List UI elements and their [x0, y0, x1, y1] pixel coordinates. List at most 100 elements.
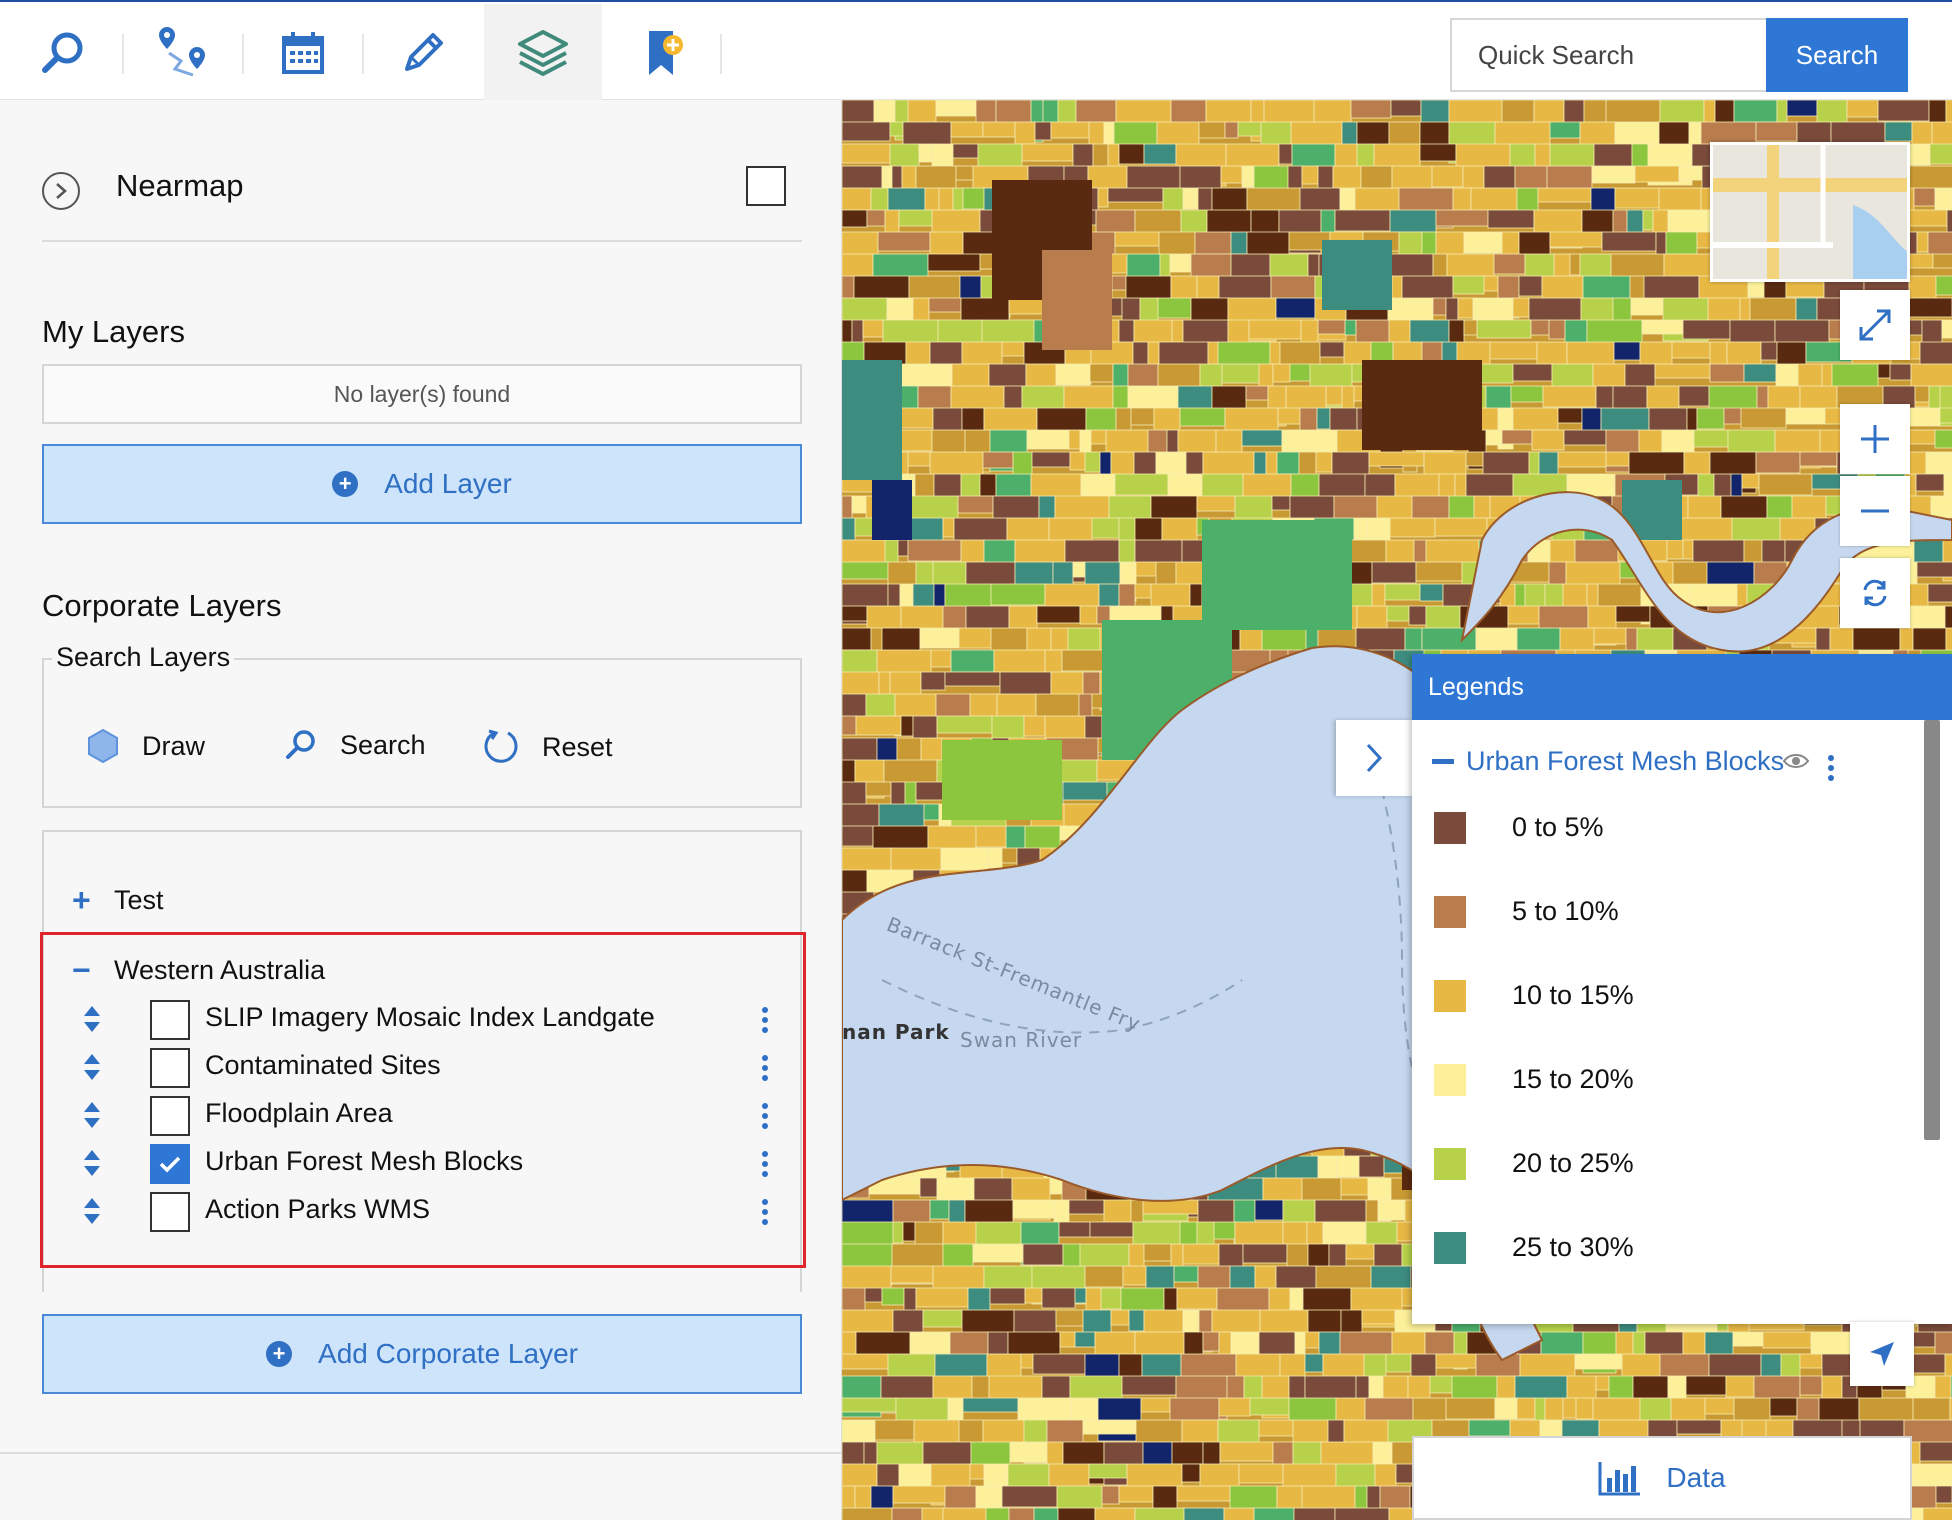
legend-collapse-button[interactable] — [1336, 720, 1412, 796]
layer-checkbox[interactable] — [150, 1048, 190, 1088]
add-corporate-layer-label: Add Corporate Layer — [318, 1338, 578, 1369]
magnifier-icon — [286, 730, 315, 759]
plus-icon — [1861, 425, 1889, 453]
add-layer-button[interactable]: + Add Layer — [42, 444, 802, 524]
more-vertical-icon[interactable] — [760, 1150, 770, 1178]
layers-panel: Nearmap My Layers No layer(s) found + Ad… — [0, 100, 842, 1520]
corporate-layers-title: Corporate Layers — [42, 588, 282, 623]
reset-label: Reset — [542, 731, 613, 762]
more-vertical-icon[interactable] — [760, 1198, 770, 1226]
nearmap-row: Nearmap — [42, 162, 802, 242]
legend-label: 10 to 15% — [1512, 980, 1634, 1010]
legend-swatch — [1434, 1232, 1466, 1264]
sort-arrows-icon[interactable] — [82, 1148, 102, 1178]
minus-icon — [1861, 509, 1889, 513]
top-toolbar: Search — [0, 0, 1952, 102]
refresh-icon — [484, 729, 518, 763]
plus-circle-icon: + — [266, 1341, 293, 1367]
route-tool-button[interactable] — [124, 4, 242, 102]
expand-arrows-icon — [1859, 309, 1891, 341]
more-vertical-icon[interactable] — [760, 1102, 770, 1130]
search-tool-button[interactable] — [4, 4, 122, 102]
layer-checkbox[interactable] — [150, 1192, 190, 1232]
layer-checkbox-checked[interactable] — [150, 1144, 190, 1184]
refresh-icon — [1863, 579, 1887, 607]
legend-item: 5 to 10% — [1434, 892, 1894, 932]
river-label: Swan River — [960, 1028, 1083, 1052]
overview-map[interactable] — [1710, 142, 1910, 282]
calendar-icon — [282, 32, 324, 74]
legend-item: 25 to 30% — [1434, 1228, 1894, 1268]
legend-item: 10 to 15% — [1434, 976, 1894, 1016]
layer-label: Floodplain Area — [205, 1098, 393, 1128]
more-vertical-icon[interactable] — [1826, 754, 1836, 782]
locate-button[interactable] — [1850, 1322, 1914, 1386]
legend-item: 20 to 25% — [1434, 1144, 1894, 1184]
legend-swatch — [1434, 1148, 1466, 1180]
legend-layer-title: Urban Forest Mesh Blocks — [1466, 746, 1785, 776]
search-layers-legend: Search Layers — [52, 642, 235, 673]
sort-arrows-icon[interactable] — [82, 1100, 102, 1130]
layers-tool-button[interactable] — [484, 4, 602, 102]
legend-label: 20 to 25% — [1512, 1148, 1634, 1178]
quick-search-input[interactable] — [1450, 18, 1768, 92]
legend-swatch — [1434, 980, 1466, 1012]
hexagon-icon — [88, 728, 118, 764]
group-western-australia[interactable]: − Western Australia — [72, 954, 325, 986]
refresh-map-button[interactable] — [1840, 558, 1910, 628]
draw-label: Draw — [142, 730, 206, 761]
legend-label: 15 to 20% — [1512, 1064, 1634, 1094]
nearmap-title: Nearmap — [116, 168, 244, 203]
fullscreen-button[interactable] — [1840, 290, 1910, 360]
more-vertical-icon[interactable] — [760, 1054, 770, 1082]
data-button[interactable]: Data — [1412, 1436, 1912, 1520]
layer-checkbox[interactable] — [150, 1000, 190, 1040]
layer-label: Action Parks WMS — [205, 1194, 431, 1224]
no-layers-message: No layer(s) found — [42, 364, 802, 424]
legend-swatch — [1434, 812, 1466, 844]
calendar-tool-button[interactable] — [244, 4, 362, 102]
add-layer-label: Add Layer — [384, 468, 512, 499]
divider — [0, 1452, 842, 1454]
layer-label: SLIP Imagery Mosaic Index Landgate — [205, 1002, 655, 1032]
expand-chevron-icon[interactable] — [42, 172, 80, 210]
bookmark-icon — [649, 31, 683, 75]
legend-item: 15 to 20% — [1434, 1060, 1894, 1100]
layer-row: Contaminated Sites — [40, 1046, 806, 1090]
legend-scrollbar[interactable] — [1924, 720, 1940, 1140]
chevron-right-icon — [1366, 743, 1383, 773]
bookmark-tool-button[interactable] — [604, 4, 722, 102]
legend-swatch — [1434, 896, 1466, 928]
collapse-minus-icon — [1432, 759, 1454, 764]
legend-item: 0 to 5% — [1434, 808, 1894, 848]
bar-chart-icon — [1598, 1462, 1641, 1496]
search-layers-button[interactable]: Search — [284, 728, 426, 762]
navigation-arrow-icon — [1870, 1342, 1894, 1366]
sort-arrows-icon[interactable] — [82, 1196, 102, 1226]
zoom-out-button[interactable] — [1840, 476, 1910, 546]
checkmark-icon — [159, 1156, 181, 1173]
reset-button[interactable]: Reset — [482, 728, 613, 766]
add-corporate-layer-button[interactable]: + Add Corporate Layer — [42, 1314, 802, 1394]
layer-row: Urban Forest Mesh Blocks — [40, 1142, 806, 1186]
quick-search-button[interactable]: Search — [1766, 18, 1908, 92]
legend-layer-toggle[interactable]: Urban Forest Mesh Blocks — [1432, 746, 1784, 777]
group-test[interactable]: + Test — [72, 884, 164, 916]
layer-checkbox[interactable] — [150, 1096, 190, 1136]
route-pins-icon — [159, 27, 205, 77]
more-vertical-icon[interactable] — [760, 1006, 770, 1034]
collapse-minus-icon: − — [72, 952, 91, 988]
legend-swatch — [1434, 1064, 1466, 1096]
sort-arrows-icon[interactable] — [82, 1052, 102, 1082]
legend-label: 25 to 30% — [1512, 1232, 1634, 1262]
layer-row: SLIP Imagery Mosaic Index Landgate — [40, 998, 806, 1042]
pencil-icon — [405, 33, 443, 71]
layer-label: Urban Forest Mesh Blocks — [205, 1146, 524, 1176]
zoom-in-button[interactable] — [1840, 404, 1910, 474]
draw-button[interactable]: Draw — [86, 728, 205, 764]
sort-arrows-icon[interactable] — [82, 1004, 102, 1034]
nearmap-checkbox[interactable] — [746, 166, 786, 206]
eye-icon[interactable] — [1782, 752, 1810, 770]
legends-panel: Legends Urban Forest Mesh Blocks 0 to 5%… — [1412, 654, 1952, 1324]
draw-tool-button[interactable] — [364, 4, 482, 102]
